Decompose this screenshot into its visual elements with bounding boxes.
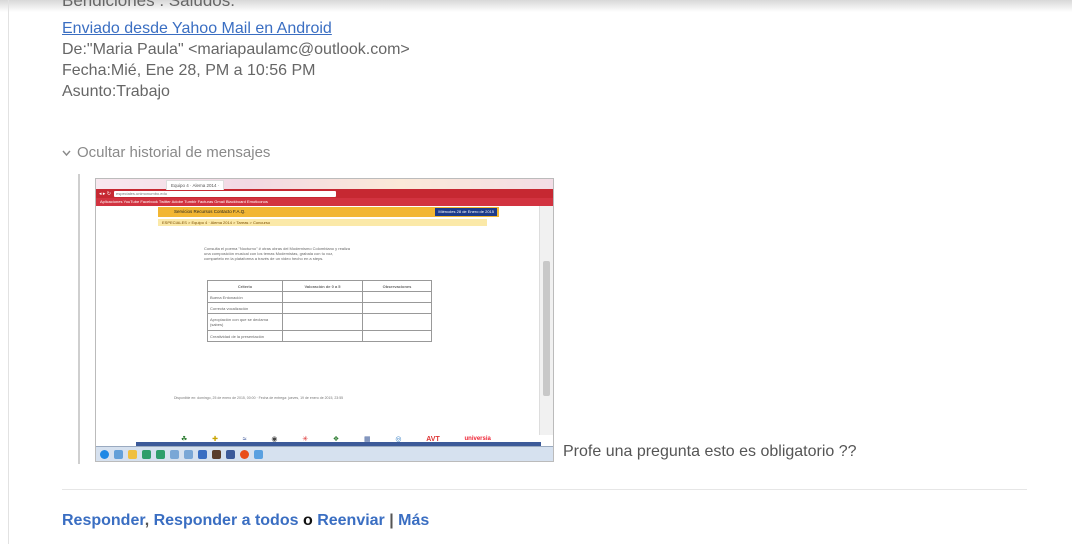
site-nav-label: Servicios Recursos Contacto F.A.Q. xyxy=(174,209,246,214)
submission-dates: Disponible en: domingo, 25 de enero de 2… xyxy=(174,396,344,400)
attachment-caption: Profe una pregunta esto es obligatorio ?… xyxy=(563,443,857,460)
bookmarks-bar: Aplicaciones YouTube Facebook Twitter Ad… xyxy=(96,198,553,206)
browser-tabs: Equipo 4 · Alema 2014 · xyxy=(96,179,553,190)
forward-button[interactable]: Reenviar xyxy=(317,512,385,529)
app-icon xyxy=(170,449,179,459)
more-button[interactable]: Más xyxy=(398,512,429,529)
app-icon xyxy=(184,449,193,459)
embedded-page: Servicios Recursos Contacto F.A.Q. Miérc… xyxy=(96,206,540,443)
browser-addressbar: ◂ ▸ ↻ especiales.unimonumbo.edu xyxy=(96,189,553,198)
rubric-header: Observaciones xyxy=(362,280,432,292)
table-row: Correcta vocalización xyxy=(207,302,432,314)
message-actions: Responder, Responder a todos o Reenviar … xyxy=(62,512,429,530)
app-icon xyxy=(212,449,221,459)
site-date: Miércoles 28 de Enero de 2015 xyxy=(435,208,497,216)
rubric-cell: Creatividad de la presentación xyxy=(207,330,283,342)
nav-arrows-icon: ◂ ▸ ↻ xyxy=(99,190,111,197)
app-icon xyxy=(114,449,123,459)
app-icon xyxy=(254,449,263,459)
site-breadcrumb: ESPECIALES > Equipo 4 · Alema 2014 > Tar… xyxy=(158,219,487,226)
start-icon xyxy=(100,449,109,459)
hide-history-label: Ocultar historial de mensajes xyxy=(77,144,271,161)
chevron-down-icon xyxy=(62,144,71,161)
rubric-cell: Correcta vocalización xyxy=(207,302,283,314)
hide-history-toggle[interactable]: Ocultar historial de mensajes xyxy=(62,144,270,161)
dot-separator: o xyxy=(302,512,313,529)
windows-taskbar xyxy=(96,446,553,461)
quote-bar xyxy=(78,174,80,464)
word-icon xyxy=(198,449,207,459)
rubric-table: Criterio Valoración de 0 a 5 Observacion… xyxy=(207,280,432,342)
comma-separator: , xyxy=(144,512,150,529)
rubric-header: Criterio xyxy=(207,280,283,292)
table-row: Buena Entonación xyxy=(207,291,432,303)
assignment-intro: Consulta el poema "Nocturno" # otras obr… xyxy=(204,246,351,261)
table-row: Apropiación con que se declama (sabes) xyxy=(207,313,432,331)
signature-link[interactable]: Enviado desde Yahoo Mail en Android xyxy=(62,20,332,37)
reply-button[interactable]: Responder xyxy=(62,512,145,529)
rubric-cell: Buena Entonación xyxy=(207,291,283,303)
embedded-scrollbar xyxy=(539,206,553,435)
browser-tab: Equipo 4 · Alema 2014 · xyxy=(166,180,225,190)
from-line: De:"Maria Paula" <mariapaulamc@outlook.c… xyxy=(62,41,410,58)
embedded-screenshot[interactable]: Equipo 4 · Alema 2014 · ◂ ▸ ↻ especiales… xyxy=(95,178,554,462)
folder-icon xyxy=(128,449,137,459)
table-row: Creatividad de la presentación xyxy=(207,330,432,342)
divider xyxy=(62,489,1027,490)
chrome-icon xyxy=(240,449,249,459)
app-icon xyxy=(142,449,151,459)
message-header: Enviado desde Yahoo Mail en Android De:"… xyxy=(62,18,410,102)
left-rule xyxy=(8,0,9,544)
site-nav: Servicios Recursos Contacto F.A.Q. Miérc… xyxy=(158,207,499,217)
reply-all-button[interactable]: Responder a todos xyxy=(154,512,299,529)
rubric-cell: Apropiación con que se declama (sabes) xyxy=(207,313,283,331)
app-icon xyxy=(226,449,235,459)
rubric-header: Valoración de 0 a 5 xyxy=(282,280,363,292)
cutoff-text: Bendiciones . Saludos. xyxy=(62,0,235,10)
subject-line: Asunto:Trabajo xyxy=(62,83,170,100)
pipe-separator: | xyxy=(389,512,394,529)
url-field: especiales.unimonumbo.edu xyxy=(114,190,336,197)
app-icon xyxy=(156,449,165,459)
date-line: Fecha:Mié, Ene 28, PM a 10:56 PM xyxy=(62,62,316,79)
